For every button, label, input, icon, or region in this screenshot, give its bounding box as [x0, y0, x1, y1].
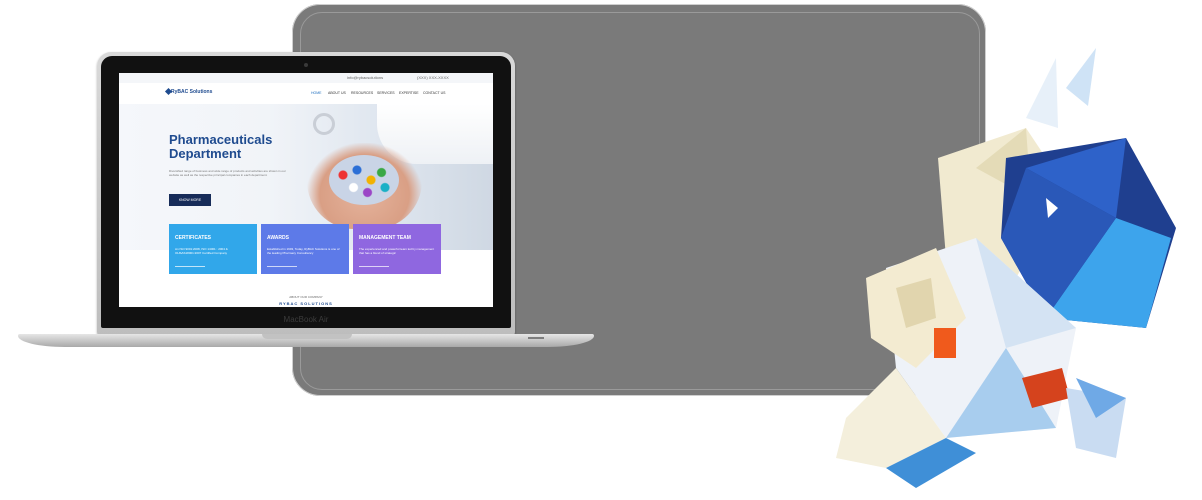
nav-about-us[interactable]: ABOUT US [328, 91, 346, 95]
nav-services[interactable]: SERVICES [377, 91, 395, 95]
antenna-shard [1066, 48, 1096, 106]
nav-home[interactable]: HOME [311, 91, 322, 95]
astronaut-illustration [836, 48, 1176, 488]
about-label: ABOUT OUR COMPANY [289, 295, 323, 299]
hero-title: Pharmaceuticals Department [169, 133, 319, 161]
card-awards[interactable]: AWARDS Established in 1993, Today, RyBAC… [261, 224, 349, 274]
nav-resources[interactable]: RESOURCES [351, 91, 373, 95]
website-topbar: info@rybacsolutions (XXX) XXX-XXXX [119, 73, 493, 83]
antenna-shard [1026, 58, 1058, 128]
laptop-brand-label: MacBook Air [283, 315, 329, 324]
card-title: AWARDS [267, 235, 289, 241]
know-more-button[interactable]: KNOW MORE [169, 194, 211, 206]
card-divider [359, 266, 389, 267]
card-body: An ISO 9001:2008, ISO 14001 : 2004 & OHS… [175, 247, 228, 255]
about-heading: RYBAC SOLUTIONS [279, 301, 333, 306]
card-body: The experienced and powerful team led by… [359, 247, 435, 255]
card-title: MANAGEMENT TEAM [359, 235, 411, 241]
card-certificates[interactable]: CERTIFICATES An ISO 9001:2008, ISO 14001… [169, 224, 257, 274]
hero-description: Diversified range of business and wide r… [169, 169, 286, 177]
hero-title-line2: Department [169, 146, 242, 161]
card-body: Established in 1993, Today, RyBAC Soluti… [267, 247, 340, 255]
nav-expertise[interactable]: EXPERTISE [399, 91, 419, 95]
orange-patch [934, 328, 956, 358]
card-management-team[interactable]: MANAGEMENT TEAM The experienced and powe… [353, 224, 441, 274]
stethoscope-icon [313, 113, 335, 135]
camera-icon [304, 63, 308, 67]
laptop-notch [262, 334, 352, 339]
card-divider [175, 266, 205, 267]
phone-text[interactable]: (XXX) XXX-XXXX [417, 75, 449, 80]
email-text[interactable]: info@rybacsolutions [347, 75, 383, 80]
pills-image [329, 155, 399, 205]
laptop-port [528, 337, 544, 339]
laptop-screen: info@rybacsolutions (XXX) XXX-XXXX RyBAC… [119, 73, 493, 307]
card-title: CERTIFICATES [175, 235, 212, 241]
card-divider [267, 266, 297, 267]
hero-title-line1: Pharmaceuticals [169, 132, 273, 147]
nav-contact-us[interactable]: CONTACT US [423, 91, 445, 95]
website-logo[interactable]: RyBAC Solutions [171, 89, 212, 95]
